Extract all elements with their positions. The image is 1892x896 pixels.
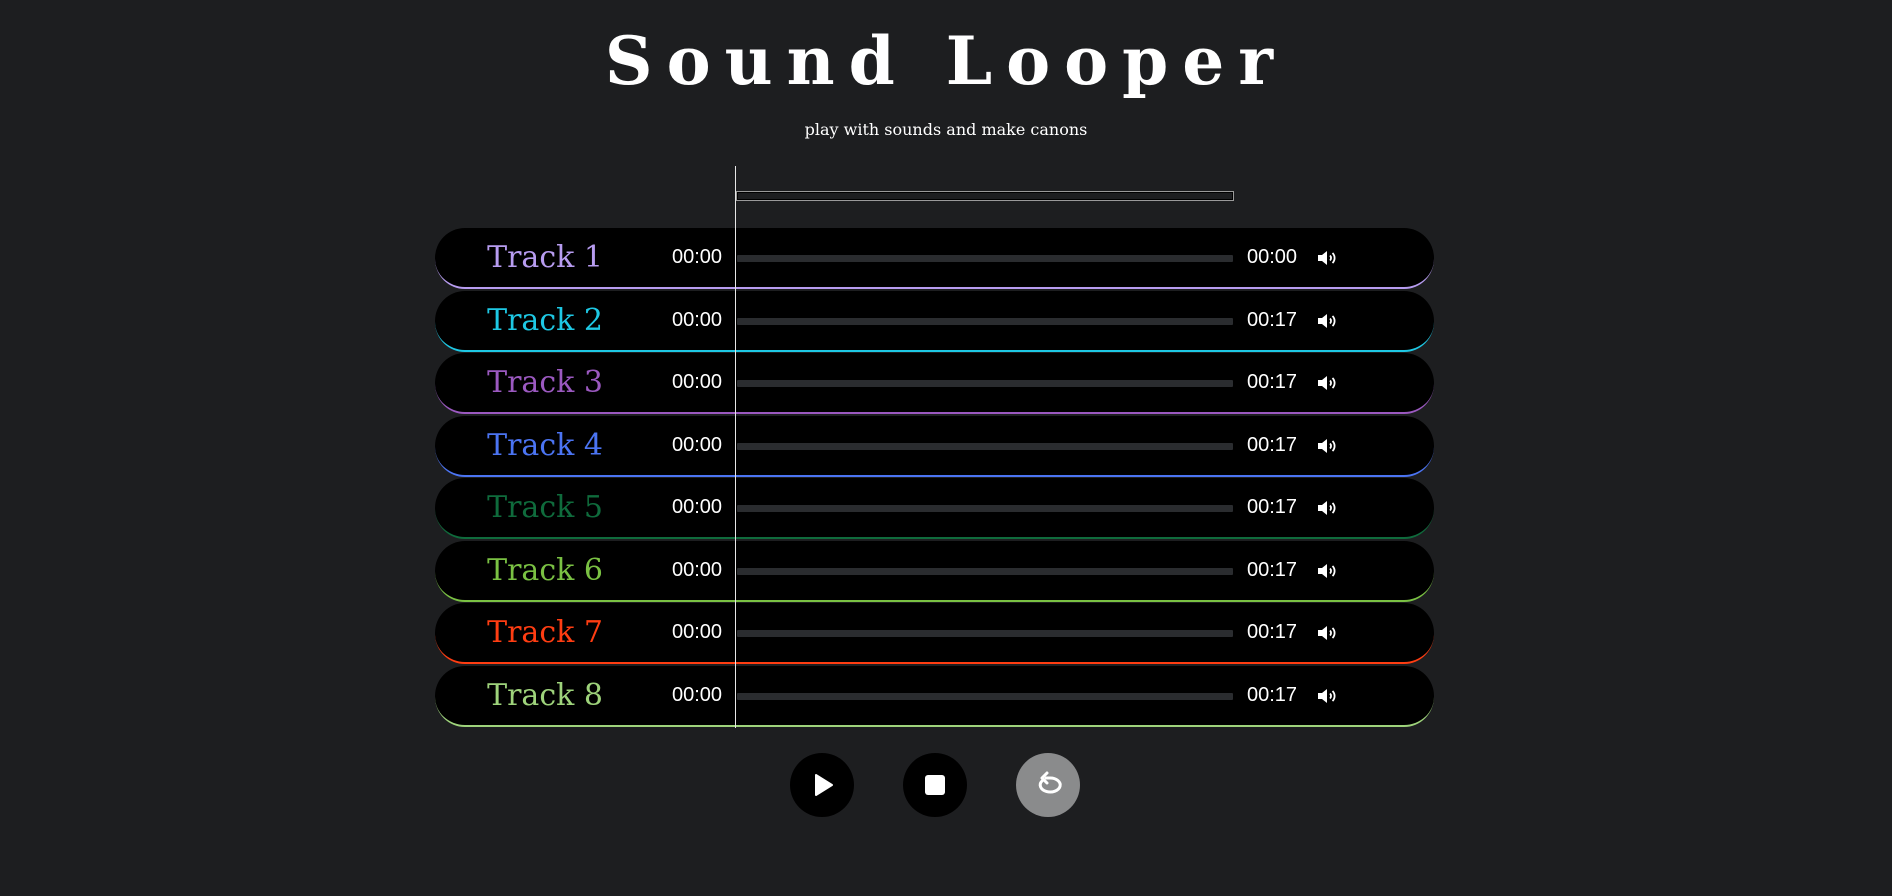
loop-icon bbox=[1038, 771, 1062, 794]
track-duration: 00:17 bbox=[1247, 371, 1298, 393]
track-current-time: 00:00 bbox=[672, 308, 723, 331]
track-row-8: Track 8 00:00 00:17 bbox=[435, 665, 1434, 727]
loop-button[interactable] bbox=[1016, 753, 1080, 817]
volume-icon[interactable] bbox=[1315, 434, 1339, 458]
page-subtitle: play with sounds and make canons bbox=[804, 120, 1088, 139]
volume-icon[interactable] bbox=[1315, 684, 1339, 708]
track-row-7: Track 7 00:00 00:17 bbox=[435, 603, 1434, 664]
track-duration: 00:17 bbox=[1247, 621, 1298, 643]
track-duration: 00:17 bbox=[1247, 558, 1298, 581]
track-row-5: Track 5 00:00 00:17 bbox=[435, 478, 1434, 539]
play-icon bbox=[815, 774, 833, 796]
track-list: Track 1 00:00 00:00 Track 2 00:00 00:17 … bbox=[435, 228, 1434, 728]
volume-icon[interactable] bbox=[1315, 621, 1339, 645]
track-row-1: Track 1 00:00 00:00 bbox=[435, 228, 1434, 289]
track-name[interactable]: Track 5 bbox=[435, 478, 655, 537]
track-progress-bar[interactable] bbox=[737, 505, 1233, 512]
track-name[interactable]: Track 6 bbox=[435, 541, 655, 600]
track-progress-bar[interactable] bbox=[737, 442, 1233, 450]
track-duration: 00:17 bbox=[1247, 496, 1298, 518]
page-title: Sound Looper bbox=[604, 22, 1288, 100]
track-current-time: 00:00 bbox=[672, 558, 723, 581]
track-progress-bar[interactable] bbox=[737, 380, 1233, 387]
track-duration: 00:17 bbox=[1247, 433, 1298, 456]
track-progress-bar[interactable] bbox=[737, 255, 1233, 262]
track-row-4: Track 4 00:00 00:17 bbox=[435, 415, 1434, 477]
master-timeline[interactable] bbox=[736, 191, 1234, 201]
track-row-6: Track 6 00:00 00:17 bbox=[435, 540, 1434, 602]
track-duration: 00:17 bbox=[1247, 308, 1298, 331]
track-duration: 00:17 bbox=[1247, 683, 1298, 706]
track-name[interactable]: Track 4 bbox=[435, 416, 655, 475]
volume-icon[interactable] bbox=[1315, 246, 1339, 270]
track-current-time: 00:00 bbox=[672, 433, 723, 456]
track-current-time: 00:00 bbox=[672, 683, 723, 706]
stop-icon bbox=[925, 775, 945, 795]
volume-icon[interactable] bbox=[1315, 496, 1339, 520]
track-name[interactable]: Track 2 bbox=[435, 291, 655, 350]
track-progress-bar[interactable] bbox=[737, 317, 1233, 325]
track-duration: 00:00 bbox=[1247, 246, 1298, 268]
transport-controls bbox=[790, 753, 1090, 817]
playhead-line[interactable] bbox=[735, 166, 736, 728]
track-name[interactable]: Track 1 bbox=[435, 228, 655, 287]
track-progress-bar[interactable] bbox=[737, 567, 1233, 575]
volume-icon[interactable] bbox=[1315, 309, 1339, 333]
track-progress-bar[interactable] bbox=[737, 692, 1233, 700]
track-name[interactable]: Track 7 bbox=[435, 603, 655, 662]
track-current-time: 00:00 bbox=[672, 371, 723, 393]
play-button[interactable] bbox=[790, 753, 854, 817]
track-progress-bar[interactable] bbox=[737, 630, 1233, 637]
sound-looper-app: Sound Looper play with sounds and make c… bbox=[0, 0, 1892, 896]
stop-button[interactable] bbox=[903, 753, 967, 817]
track-current-time: 00:00 bbox=[672, 621, 723, 643]
track-row-3: Track 3 00:00 00:17 bbox=[435, 353, 1434, 414]
track-name[interactable]: Track 8 bbox=[435, 666, 655, 725]
track-current-time: 00:00 bbox=[672, 496, 723, 518]
volume-icon[interactable] bbox=[1315, 559, 1339, 583]
volume-icon[interactable] bbox=[1315, 371, 1339, 395]
track-row-2: Track 2 00:00 00:17 bbox=[435, 290, 1434, 352]
track-name[interactable]: Track 3 bbox=[435, 353, 655, 412]
track-current-time: 00:00 bbox=[672, 246, 723, 268]
